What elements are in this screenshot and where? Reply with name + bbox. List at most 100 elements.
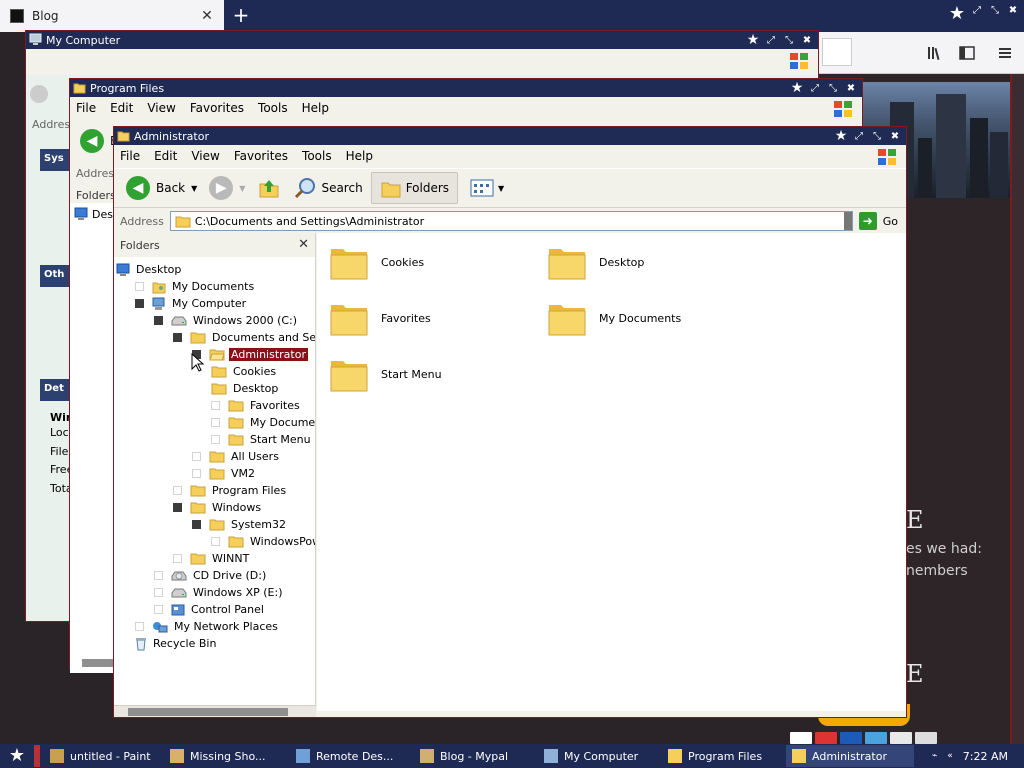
maximize-button[interactable]: ⤡: [824, 83, 842, 94]
folder-my-documents[interactable]: My Documents: [547, 299, 681, 337]
tree-item[interactable]: My Network Places: [135, 618, 280, 635]
close-button[interactable]: ✖: [798, 35, 816, 46]
taskbar-item-program-files[interactable]: Program Files: [662, 745, 786, 767]
tray-network-icon[interactable]: ⌁: [932, 751, 937, 761]
tree-item[interactable]: Desktop: [211, 380, 280, 397]
folder-desktop[interactable]: Desktop: [547, 243, 644, 281]
tree-item[interactable]: Control Panel: [154, 601, 266, 618]
close-icon[interactable]: ✕: [298, 237, 309, 252]
minimize-button[interactable]: ⤢: [968, 2, 986, 20]
menu-favorites[interactable]: Favorites: [234, 149, 288, 163]
details-header[interactable]: Det: [40, 379, 72, 401]
go-button[interactable]: ➜ Go: [853, 212, 906, 230]
menu-tools[interactable]: Tools: [258, 101, 288, 115]
tree-item[interactable]: Windows 2000 (C:): [154, 312, 299, 329]
menu-tools[interactable]: Tools: [302, 149, 332, 163]
tree-expander-icon[interactable]: [135, 622, 144, 631]
menu-icon[interactable]: [996, 44, 1014, 62]
taskbar-item-blog[interactable]: Blog - Mypal: [414, 745, 538, 767]
tree-expander-icon[interactable]: [173, 503, 182, 512]
menu-view[interactable]: View: [147, 101, 175, 115]
tray-icon[interactable]: «: [947, 751, 953, 761]
close-tab-icon[interactable]: ✕: [200, 8, 214, 24]
star-icon[interactable]: ★: [946, 2, 968, 26]
tree-expander-icon[interactable]: [211, 435, 220, 444]
star-icon[interactable]: ★: [788, 80, 806, 96]
folders-button[interactable]: Folders: [370, 172, 459, 204]
tree-expander-icon[interactable]: [154, 571, 163, 580]
back-button[interactable]: ◀ Back ▼: [122, 172, 201, 204]
tree-item[interactable]: WindowsPowerSh: [211, 533, 315, 550]
tree-item[interactable]: My Computer: [135, 295, 248, 312]
tree-item[interactable]: VM2: [192, 465, 257, 482]
menu-edit[interactable]: Edit: [110, 101, 133, 115]
administrator-window[interactable]: Administrator ★ ⤢ ⤡ ✖ File Edit View Fav…: [113, 126, 907, 718]
tree-item[interactable]: All Users: [192, 448, 281, 465]
tree-expander-icon[interactable]: [211, 418, 220, 427]
chevron-down-icon[interactable]: ▼: [498, 184, 504, 193]
tree-item[interactable]: My Documents: [211, 414, 315, 431]
tree-item[interactable]: Favorites: [211, 397, 302, 414]
tree-item[interactable]: Program Files: [173, 482, 288, 499]
new-tab-button[interactable]: +: [230, 4, 252, 26]
sidebar-icon[interactable]: [958, 44, 976, 62]
tree-item[interactable]: CD Drive (D:): [154, 567, 268, 584]
up-folder-button[interactable]: [253, 172, 285, 204]
tree-expander-icon[interactable]: [211, 537, 220, 546]
address-dropdown-icon[interactable]: [843, 212, 852, 230]
star-icon[interactable]: ★: [832, 128, 850, 144]
tree-expander-icon[interactable]: [173, 333, 182, 342]
address-input[interactable]: C:\Documents and Settings\Administrator: [169, 211, 853, 231]
scrollbar-thumb[interactable]: [128, 708, 288, 716]
chevron-down-icon[interactable]: ▼: [191, 184, 197, 193]
views-button[interactable]: ▼: [466, 172, 508, 204]
forward-button[interactable]: ▶ ▼: [205, 172, 249, 204]
program-files-titlebar[interactable]: Program Files ★ ⤢ ⤡ ✖: [70, 79, 862, 97]
tree-expander-icon[interactable]: [135, 299, 144, 308]
scrollbar-thumb[interactable]: [82, 659, 116, 667]
tree-expander-icon[interactable]: [135, 282, 144, 291]
close-button[interactable]: ✖: [842, 83, 860, 94]
tree-item[interactable]: Cookies: [211, 363, 278, 380]
menu-edit[interactable]: Edit: [154, 149, 177, 163]
search-button[interactable]: Search: [289, 172, 366, 204]
tree-item[interactable]: Start Menu: [211, 431, 313, 448]
minimize-button[interactable]: ⤢: [806, 83, 824, 94]
star-icon[interactable]: ★: [744, 32, 762, 48]
taskbar-item-administrator[interactable]: Administrator: [786, 745, 914, 767]
tree-item[interactable]: WINNT: [173, 550, 251, 567]
library-icon[interactable]: [926, 44, 944, 62]
browser-search-box[interactable]: [822, 38, 852, 66]
taskbar-item-paint[interactable]: untitled - Paint: [44, 745, 164, 767]
tree-item[interactable]: My Documents: [135, 278, 256, 295]
close-button[interactable]: ✖: [1004, 2, 1022, 20]
minimize-button[interactable]: ⤢: [850, 131, 868, 142]
menu-favorites[interactable]: Favorites: [190, 101, 244, 115]
back-arrow-icon[interactable]: [30, 85, 48, 103]
tree-item[interactable]: System32: [192, 516, 288, 533]
folder-start-menu[interactable]: Start Menu: [329, 355, 442, 393]
tree-expander-icon[interactable]: [173, 486, 182, 495]
administrator-titlebar[interactable]: Administrator ★ ⤢ ⤡ ✖: [114, 127, 906, 145]
tree-expander-icon[interactable]: [211, 401, 220, 410]
tree-item[interactable]: Windows: [173, 499, 263, 516]
system-tasks-header[interactable]: Sys: [40, 149, 72, 171]
start-star-icon[interactable]: ★: [0, 744, 34, 768]
tree-expander-icon[interactable]: [173, 554, 182, 563]
maximize-button[interactable]: ⤡: [986, 2, 1004, 20]
my-computer-titlebar[interactable]: My Computer ★ ⤢ ⤡ ✖: [26, 31, 818, 49]
close-button[interactable]: ✖: [886, 131, 904, 142]
menu-file[interactable]: File: [120, 149, 140, 163]
taskbar-item-remote-desktop[interactable]: Remote Des...: [290, 745, 414, 767]
minimize-button[interactable]: ⤢: [762, 35, 780, 46]
tree-expander-icon[interactable]: [154, 588, 163, 597]
menu-view[interactable]: View: [191, 149, 219, 163]
tree-expander-icon[interactable]: [192, 520, 201, 529]
tree-item[interactable]: Windows XP (E:): [154, 584, 285, 601]
menu-file[interactable]: File: [76, 101, 96, 115]
tree-item[interactable]: Documents and Settings: [173, 329, 315, 346]
tree-item[interactable]: Desktop: [116, 261, 183, 278]
tree-item[interactable]: Administrator: [192, 346, 309, 363]
folders-scrollbar[interactable]: [114, 705, 316, 717]
chevron-down-icon[interactable]: ▼: [239, 184, 245, 193]
